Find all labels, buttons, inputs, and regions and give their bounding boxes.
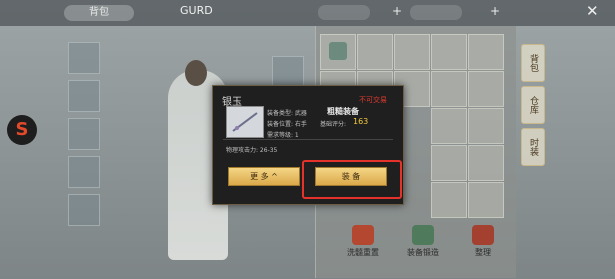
item-quality: 粗糙装备 [327, 107, 359, 116]
weapon-icon [232, 112, 258, 132]
reset-button[interactable]: 洗髓重置 [336, 225, 390, 265]
inventory-slot[interactable] [431, 182, 467, 218]
inventory-slot[interactable] [468, 182, 504, 218]
inventory-slot[interactable] [468, 145, 504, 181]
reset-label: 洗髓重置 [347, 248, 379, 257]
player-name: GURD [180, 4, 213, 17]
inventory-slot[interactable] [394, 34, 430, 70]
sort-label: 整理 [475, 248, 491, 257]
side-tab-fashion[interactable]: 时装 [521, 128, 545, 166]
score-value: 163 [353, 117, 369, 126]
add-currency-1-icon[interactable]: + [392, 4, 402, 18]
item-thumbnail [226, 106, 264, 138]
inventory-slot[interactable] [468, 34, 504, 70]
equip-slot-weapon[interactable] [68, 80, 100, 112]
character-head [185, 60, 207, 86]
divider [223, 139, 393, 140]
forge-label: 装备锻造 [407, 248, 439, 257]
highlight-box [302, 160, 402, 199]
inventory-slot[interactable] [431, 71, 467, 107]
more-button[interactable]: 更 多 ^ [228, 167, 300, 186]
equip-slot-ring[interactable] [272, 56, 304, 88]
item-level: 需求等级: 1 [267, 132, 299, 139]
sort-button[interactable]: 整理 [456, 225, 510, 265]
inventory-slot[interactable] [431, 108, 467, 144]
app-badge-icon[interactable]: S [7, 115, 37, 145]
forge-button[interactable]: 装备锻造 [396, 225, 450, 265]
close-icon[interactable]: ✕ [586, 2, 599, 20]
side-tab-bag[interactable]: 背包 [521, 44, 545, 82]
equip-slot-belt[interactable] [68, 156, 100, 188]
add-currency-2-icon[interactable]: + [490, 4, 500, 18]
equip-slot-boots[interactable] [68, 194, 100, 226]
tab-bag[interactable]: 背包 [64, 5, 134, 21]
reset-icon [352, 225, 374, 245]
inventory-slot[interactable] [320, 34, 356, 70]
item-type: 装备类型: 武器 [267, 110, 307, 117]
currency-1 [318, 5, 370, 20]
inventory-slot[interactable] [468, 108, 504, 144]
attack-stat: 物理攻击力: 26-35 [226, 147, 278, 154]
inventory-slot[interactable] [357, 34, 393, 70]
currency-2 [410, 5, 462, 20]
sort-icon [472, 225, 494, 245]
equip-slot-helmet[interactable] [68, 42, 100, 74]
item-slot: 装备位置: 右手 [267, 121, 307, 128]
item-icon [329, 42, 347, 60]
inventory-slot[interactable] [468, 71, 504, 107]
equip-slot-armor[interactable] [68, 118, 100, 150]
inventory-slot[interactable] [431, 145, 467, 181]
forge-icon [412, 225, 434, 245]
inventory-slot[interactable] [431, 34, 467, 70]
side-tab-storage[interactable]: 仓库 [521, 86, 545, 124]
trade-status: 不可交易 [359, 96, 387, 104]
score-label: 基础评分: [320, 121, 347, 128]
